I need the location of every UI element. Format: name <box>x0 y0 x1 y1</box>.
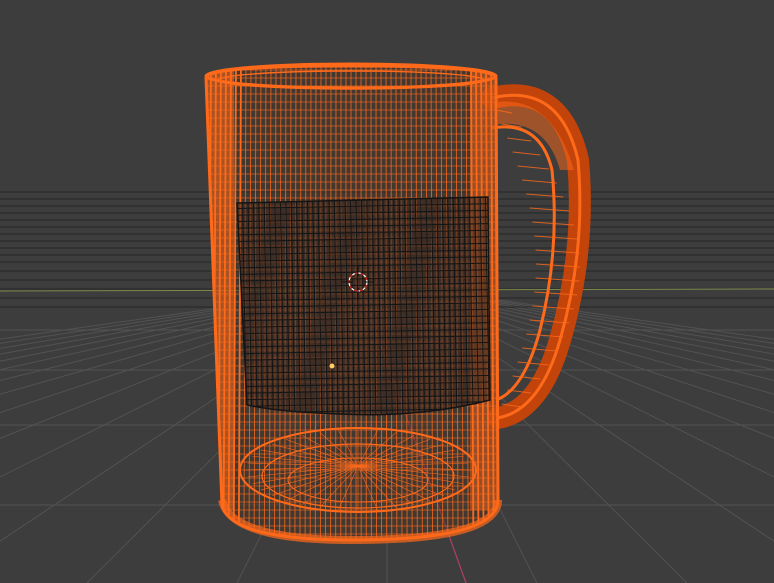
handle-edge <box>522 179 557 184</box>
mug-mesh[interactable] <box>200 60 591 545</box>
grid-line <box>458 299 774 371</box>
3d-viewport[interactable] <box>0 0 774 583</box>
handle-edge <box>507 137 532 142</box>
handle-edge <box>517 165 549 170</box>
selected-face-region[interactable] <box>230 190 500 430</box>
body-edge-vertical <box>206 66 207 540</box>
handle-edge <box>529 207 570 212</box>
handle-edge <box>512 151 541 156</box>
panel-group <box>237 197 490 415</box>
viewport-canvas[interactable] <box>0 0 774 583</box>
origin-dot-icon <box>329 363 335 369</box>
grid-line <box>450 299 774 381</box>
grid-line <box>482 299 774 349</box>
grid-line <box>498 299 774 340</box>
handle-edge <box>526 193 564 198</box>
